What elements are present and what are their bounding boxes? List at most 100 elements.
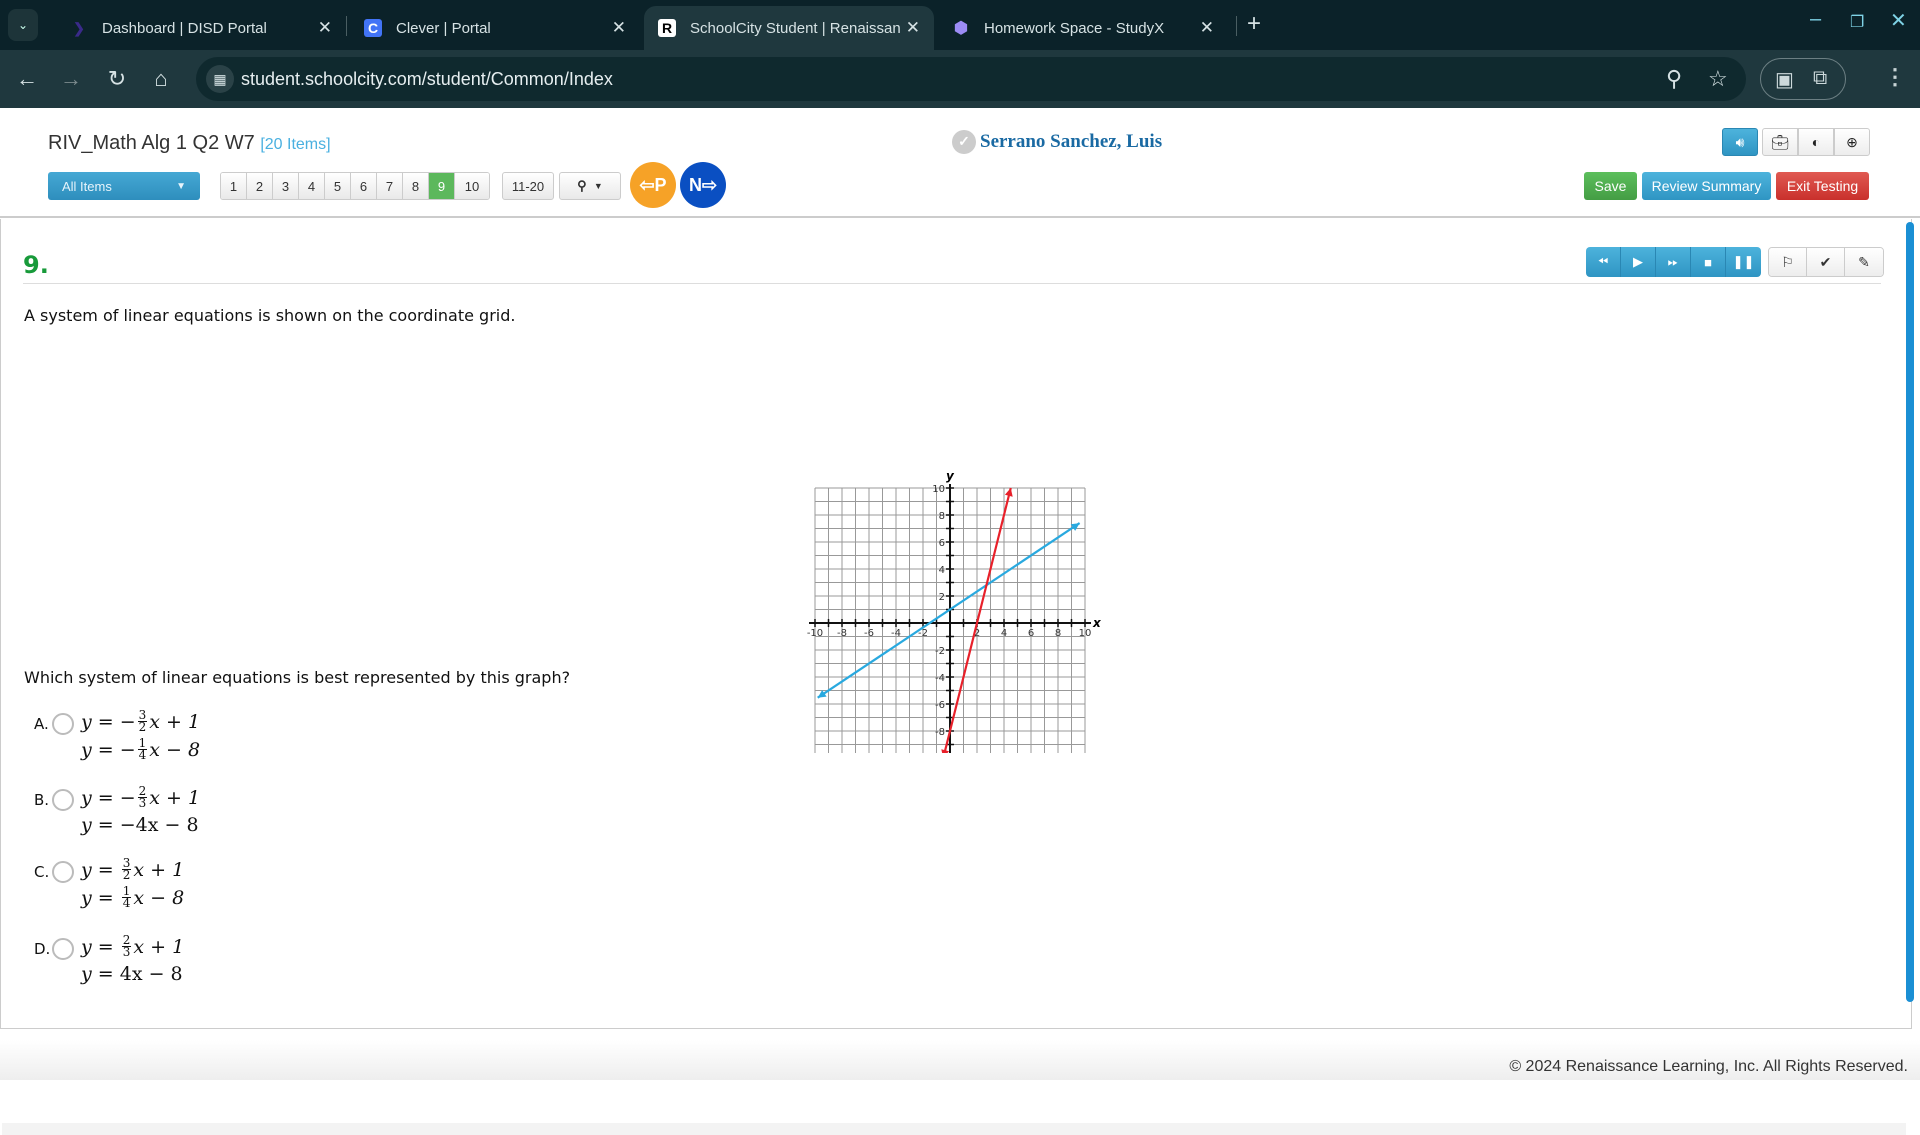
y-tick-label: -8 (935, 727, 945, 738)
tab-clever[interactable]: C Clever | Portal ✕ (350, 6, 640, 50)
x-tick-label: -8 (837, 628, 847, 639)
y-tick-label: -4 (935, 673, 945, 684)
y-tick-label: 2 (939, 592, 945, 603)
caret-down-icon: ▼ (593, 181, 603, 191)
tab-search-button[interactable]: ⌄ (8, 9, 38, 41)
header-divider (0, 216, 1920, 218)
x-tick-label: 10 (1079, 628, 1092, 639)
choice-radio[interactable] (52, 861, 74, 883)
notes-icon[interactable]: ✎ (1845, 248, 1883, 276)
scrollbar-thumb[interactable] (1906, 222, 1914, 1002)
address-bar[interactable]: ▦ student.schoolcity.com/student/Common/… (196, 57, 1746, 101)
tab-dashboard[interactable]: ❯ Dashboard | DISD Portal ✕ (56, 6, 346, 50)
minimize-icon[interactable]: – (1810, 8, 1821, 31)
axes (809, 484, 1091, 753)
chevron-logo-icon: ❯ (73, 19, 85, 36)
y-tick-label: -6 (935, 700, 945, 711)
speaker-icon[interactable]: 🔊︎ (1722, 128, 1758, 156)
footer: © 2024 Renaissance Learning, Inc. All Ri… (0, 1040, 1920, 1080)
page-button-9[interactable]: 9 (429, 173, 455, 199)
page-button-7[interactable]: 7 (377, 173, 403, 199)
student-name: Serrano Sanchez, Luis (980, 131, 1163, 152)
restore-icon[interactable]: ❐ (1850, 12, 1864, 32)
choice-radio[interactable] (52, 713, 74, 735)
choice-letter: D. (34, 940, 51, 958)
search-dropdown-button[interactable]: ⚲ ▼ (559, 172, 621, 200)
forward-icon[interactable]: → (58, 66, 84, 92)
tab-divider (1236, 16, 1237, 36)
review-summary-button[interactable]: Review Summary (1642, 172, 1771, 200)
browser-tab-bar: ⌄ ❯ Dashboard | DISD Portal ✕ C Clever |… (0, 0, 1920, 50)
zoom-out-icon[interactable]: ⚲ (1666, 66, 1682, 92)
copyright-text: © 2024 Renaissance Learning, Inc. All Ri… (1509, 1058, 1908, 1075)
page-button-8[interactable]: 8 (403, 173, 429, 199)
page-button-1[interactable]: 1 (221, 173, 247, 199)
chrome-remote-icon[interactable]: ▣ (1775, 67, 1794, 92)
arrow-right-icon: ⇨ (701, 174, 718, 195)
bookmark-star-icon[interactable]: ☆ (1708, 66, 1728, 92)
page-button-2[interactable]: 2 (247, 173, 273, 199)
page-button-5[interactable]: 5 (325, 173, 351, 199)
y-axis-label: y (946, 469, 955, 483)
next-question-button[interactable]: N ⇨ (680, 162, 726, 208)
y-tick-label: 4 (939, 565, 945, 576)
page-button-10[interactable]: 10 (455, 173, 489, 199)
pause-icon[interactable]: ❚❚ (1726, 247, 1761, 277)
caret-down-icon: ▼ (176, 180, 186, 192)
zoom-in-icon[interactable]: ⊕ (1834, 128, 1870, 156)
item-filter-dropdown[interactable]: All Items ▼ (48, 172, 200, 200)
previous-question-button[interactable]: ⇦ P (630, 162, 676, 208)
close-tab-icon[interactable]: ✕ (1200, 18, 1214, 38)
home-icon[interactable]: ⌂ (148, 66, 174, 92)
accessibility-tools: 🔊︎ 💼︎ ◐ ⊕ (1722, 128, 1870, 156)
extensions-puzzle-icon[interactable]: ⧉ (1813, 67, 1827, 90)
briefcase-icon[interactable]: 💼︎ (1762, 128, 1798, 156)
studyx-logo-icon: ⬢ (954, 20, 968, 37)
sign: − (119, 786, 136, 809)
next-range-button[interactable]: 11-20 (502, 172, 554, 200)
close-tab-icon[interactable]: ✕ (318, 18, 332, 38)
test-title: RIV_Math Alg 1 Q2 W7 [20 Items] (48, 132, 331, 154)
browser-menu-icon[interactable]: ⋮ (1884, 64, 1906, 90)
exit-testing-button[interactable]: Exit Testing (1776, 172, 1869, 200)
arrow-left-icon: ⇦ (639, 174, 655, 195)
tab-studyx[interactable]: ⬢ Homework Space - StudyX ✕ (938, 6, 1228, 50)
question-stem: A system of linear equations is shown on… (24, 306, 516, 325)
sign: − (119, 738, 136, 761)
new-tab-button[interactable]: + (1247, 10, 1261, 38)
reload-icon[interactable]: ↻ (104, 66, 130, 92)
tab-schoolcity[interactable]: R SchoolCity Student | Renaissance ✕ (644, 6, 934, 50)
y-tick-label: 8 (939, 511, 945, 522)
back-icon[interactable]: ← (14, 66, 40, 92)
eliminate-answer-icon[interactable]: ✔ (1807, 248, 1845, 276)
rewind-icon[interactable]: ⏪︎ (1586, 247, 1621, 277)
chevron-down-icon[interactable]: ✓ (952, 130, 976, 154)
question-number: 9. (23, 251, 49, 279)
save-button[interactable]: Save (1584, 172, 1637, 200)
fast-forward-icon[interactable]: ⏩︎ (1656, 247, 1691, 277)
page-button-3[interactable]: 3 (273, 173, 299, 199)
flag-icon[interactable]: ⚐ (1769, 248, 1807, 276)
x-tick-label: -10 (807, 628, 823, 639)
renaissance-logo-icon: R (658, 19, 676, 37)
choice-radio[interactable] (52, 938, 74, 960)
stop-icon[interactable]: ■ (1691, 247, 1726, 277)
extensions-group: ▣ ⧉ (1760, 58, 1846, 100)
play-icon[interactable]: ▶ (1621, 247, 1656, 277)
coordinate-graph: -10-8-6-4-2246810-10-8-6-4-2246810 x y (807, 469, 1102, 753)
y-tick-label: 10 (932, 484, 945, 495)
page-button-6[interactable]: 6 (351, 173, 377, 199)
equation-1: y = −2 3 x + 1 (81, 784, 201, 810)
equation-1: y = 32x + 1 (81, 856, 185, 882)
page-button-4[interactable]: 4 (299, 173, 325, 199)
close-tab-icon[interactable]: ✕ (906, 18, 920, 38)
url-text[interactable]: student.schoolcity.com/student/Common/In… (241, 69, 613, 90)
contrast-icon[interactable]: ◐ (1798, 128, 1834, 156)
close-tab-icon[interactable]: ✕ (612, 18, 626, 38)
choice-radio[interactable] (52, 789, 74, 811)
window-close-icon[interactable]: ✕ (1890, 8, 1907, 33)
student-info[interactable]: ✓ Serrano Sanchez, Luis (952, 130, 1162, 154)
y-tick-label: -2 (935, 646, 945, 657)
site-info-icon[interactable]: ▦ (206, 65, 234, 93)
equation-2: y = −4x − 8 (81, 814, 199, 836)
